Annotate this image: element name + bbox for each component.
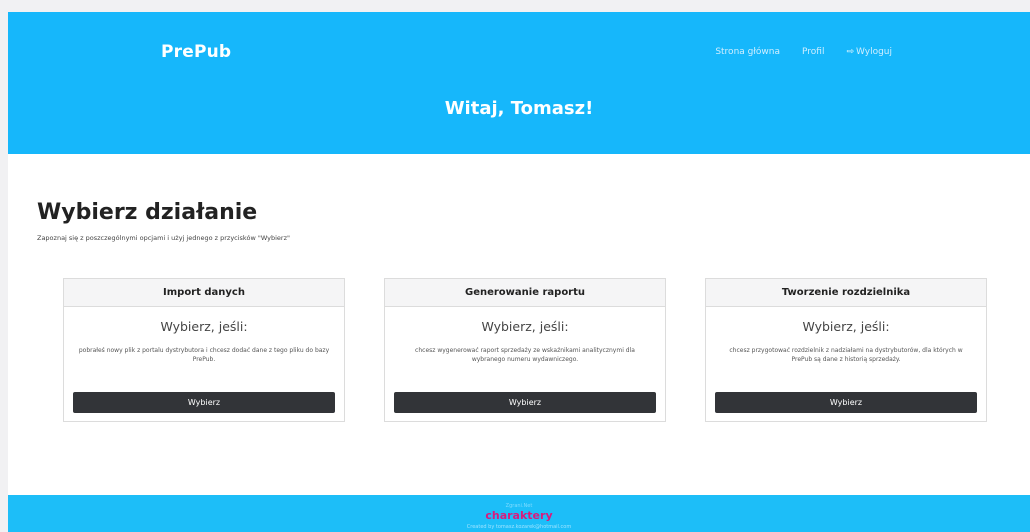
select-report-button[interactable]: Wybierz xyxy=(394,392,656,413)
logout-icon: ⇨ xyxy=(846,47,854,57)
card-lead: Wybierz, jeśli: xyxy=(160,319,248,334)
card-description: pobrałeś nowy plik z portalu dystrybutor… xyxy=(78,347,330,363)
nav-logout-link[interactable]: ⇨ Wyloguj xyxy=(846,47,892,57)
card-description: chcesz wygenerować raport sprzedaży ze w… xyxy=(415,347,635,363)
card-description: chcesz przygotować rozdzielnik z nadział… xyxy=(729,347,963,363)
card-report: Generowanie raportu Wybierz, jeśli: chce… xyxy=(384,278,666,422)
select-distribution-button[interactable]: Wybierz xyxy=(715,392,977,413)
card-lead: Wybierz, jeśli: xyxy=(802,319,890,334)
page-subtitle: Zapoznaj się z poszczególnymi opcjami i … xyxy=(37,234,290,242)
top-nav: Strona główna Profil ⇨ Wyloguj xyxy=(715,47,892,57)
brand-logo[interactable]: PrePub xyxy=(161,42,231,62)
card-import: Import danych Wybierz, jeśli: pobrałeś n… xyxy=(63,278,345,422)
header-banner: PrePub Strona główna Profil ⇨ Wyloguj Wi… xyxy=(8,12,1030,154)
select-import-button[interactable]: Wybierz xyxy=(73,392,335,413)
card-distribution: Tworzenie rozdzielnika Wybierz, jeśli: c… xyxy=(705,278,987,422)
page: PrePub Strona główna Profil ⇨ Wyloguj Wi… xyxy=(8,12,1030,532)
nav-logout-label: Wyloguj xyxy=(856,47,892,57)
nav-profile-link[interactable]: Profil xyxy=(802,47,824,57)
card-title: Generowanie raportu xyxy=(385,279,665,307)
nav-home-link[interactable]: Strona główna xyxy=(715,47,780,57)
greeting-title: Witaj, Tomasz! xyxy=(444,98,594,119)
page-title: Wybierz działanie xyxy=(37,200,258,225)
footer-logo[interactable]: charaktery xyxy=(8,509,1030,522)
card-title: Import danych xyxy=(64,279,344,307)
card-title: Tworzenie rozdzielnika xyxy=(706,279,986,307)
footer-credit: Created by tomasz.kozarek@hotmail.com xyxy=(466,524,572,530)
card-lead: Wybierz, jeśli: xyxy=(481,319,569,334)
